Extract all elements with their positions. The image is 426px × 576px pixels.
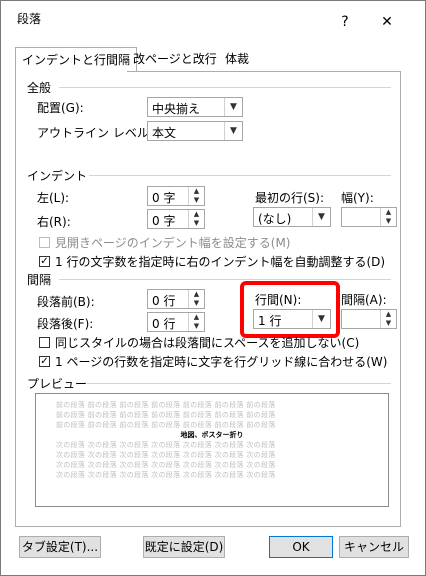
spin-down-icon[interactable]: ▼ <box>381 319 396 328</box>
chevron-down-icon: ▼ <box>224 122 242 140</box>
spacing-after-label: 段落後(F): <box>37 317 94 331</box>
chevron-down-icon: ▼ <box>224 98 242 116</box>
spacing-after-value: 0 行 <box>152 317 176 331</box>
checkmark-icon: ✓ <box>40 356 49 367</box>
ok-button[interactable]: OK <box>269 536 333 558</box>
indent-by-spinner[interactable]: ▲ ▼ <box>341 207 397 227</box>
spacing-before-value: 0 行 <box>152 294 176 308</box>
checkmark-icon: ✓ <box>40 256 49 267</box>
mirror-indents-label: 見開きページのインデント幅を設定する(M) <box>55 236 291 250</box>
general-section-title: 全般 <box>27 81 52 95</box>
outline-level-value: 本文 <box>152 126 177 140</box>
spin-buttons[interactable]: ▲ ▼ <box>188 313 204 331</box>
preview-prev-line: 前の段落 前の段落 前の段落 前の段落 前の段落 前の段落 前の段落 <box>56 401 276 409</box>
spin-buttons[interactable]: ▲ ▼ <box>380 310 396 328</box>
indent-left-label: 左(L): <box>37 191 70 205</box>
general-separator <box>59 87 391 88</box>
indent-left-spinner[interactable]: 0 字 ▲ ▼ <box>147 186 205 206</box>
dialog-title: 段落 <box>17 12 42 26</box>
close-button[interactable]: ✕ <box>377 15 397 29</box>
indent-by-label: 幅(Y): <box>341 191 374 205</box>
spin-down-icon[interactable]: ▼ <box>189 196 204 205</box>
spacing-at-label: 間隔(A): <box>341 293 387 307</box>
indent-right-label: 右(R): <box>37 215 71 229</box>
indent-left-value: 0 字 <box>152 191 176 205</box>
spin-buttons[interactable]: ▲ ▼ <box>188 290 204 308</box>
spin-buttons[interactable]: ▲ ▼ <box>188 187 204 205</box>
preview-next-line: 次の段落 次の段落 次の段落 次の段落 次の段落 次の段落 次の段落 <box>56 471 276 479</box>
preview-prev-line: 前の段落 前の段落 前の段落 前の段落 前の段落 前の段落 前の段落 <box>56 411 276 419</box>
alignment-value: 中央揃え <box>152 102 201 116</box>
spacing-at-spinner[interactable]: ▲ ▼ <box>341 309 397 329</box>
spacing-section-title: 間隔 <box>27 273 52 287</box>
alignment-label: 配置(G): <box>37 101 84 115</box>
tab-indent-spacing[interactable]: インデントと行間隔 <box>15 47 138 72</box>
indent-right-spinner[interactable]: 0 字 ▲ ▼ <box>147 209 205 229</box>
alignment-select[interactable]: 中央揃え ▼ <box>147 97 243 117</box>
auto-adjust-checkbox[interactable]: ✓ <box>39 256 50 267</box>
help-button[interactable]: ? <box>335 15 355 29</box>
spin-down-icon[interactable]: ▼ <box>189 322 204 331</box>
auto-adjust-label: 1 行の文字数を指定時に右のインデント幅を自動調整する(D) <box>55 255 386 269</box>
indent-section-title: インデント <box>27 169 88 183</box>
mirror-indents-checkbox[interactable] <box>39 237 50 248</box>
spin-buttons[interactable]: ▲ ▼ <box>380 208 396 226</box>
spin-down-icon[interactable]: ▼ <box>189 299 204 308</box>
indent-right-value: 0 字 <box>152 214 176 228</box>
indent-separator <box>89 175 391 176</box>
spacing-after-spinner[interactable]: 0 行 ▲ ▼ <box>147 312 205 332</box>
spacing-separator <box>59 279 391 280</box>
spin-up-icon[interactable]: ▲ <box>381 310 396 319</box>
preview-next-line: 次の段落 次の段落 次の段落 次の段落 次の段落 次の段落 次の段落 <box>56 451 276 459</box>
snap-to-grid-label: 1 ページの行数を指定時に文字を行グリッド線に合わせる(W) <box>55 355 388 369</box>
spin-down-icon[interactable]: ▼ <box>381 217 396 226</box>
spin-buttons[interactable]: ▲ ▼ <box>188 210 204 228</box>
spin-down-icon[interactable]: ▼ <box>189 219 204 228</box>
first-line-value: (なし) <box>258 212 292 226</box>
line-spacing-highlight <box>240 281 340 338</box>
spacing-before-label: 段落前(B): <box>37 295 95 309</box>
no-space-checkbox[interactable] <box>39 337 50 348</box>
spin-up-icon[interactable]: ▲ <box>381 208 396 217</box>
snap-to-grid-checkbox[interactable]: ✓ <box>39 356 50 367</box>
preview-prev-line: 前の段落 前の段落 前の段落 前の段落 前の段落 前の段落 前の段落 <box>56 421 276 429</box>
preview-current-line: 地図、ポスター折り <box>180 431 244 439</box>
tab-line-page-breaks[interactable]: 改ページと改行 <box>127 47 223 71</box>
outline-level-select[interactable]: 本文 ▼ <box>147 121 243 141</box>
first-line-label: 最初の行(S): <box>255 191 325 205</box>
spin-up-icon[interactable]: ▲ <box>189 210 204 219</box>
tab-asian-typography[interactable]: 体裁 <box>219 47 255 71</box>
preview-next-line: 次の段落 次の段落 次の段落 次の段落 次の段落 次の段落 次の段落 <box>56 461 276 469</box>
spacing-before-spinner[interactable]: 0 行 ▲ ▼ <box>147 289 205 309</box>
first-line-select[interactable]: (なし) ▼ <box>253 207 331 227</box>
spin-up-icon[interactable]: ▲ <box>189 313 204 322</box>
no-space-label: 同じスタイルの場合は段落間にスペースを追加しない(C) <box>55 336 360 350</box>
paragraph-preview: 前の段落 前の段落 前の段落 前の段落 前の段落 前の段落 前の段落 前の段落 … <box>35 393 389 507</box>
paragraph-dialog: 段落 ? ✕ インデントと行間隔 改ページと改行 体裁 全般 配置(G): 中央… <box>0 0 426 576</box>
cancel-button[interactable]: キャンセル <box>339 536 409 558</box>
chevron-down-icon: ▼ <box>312 208 330 226</box>
spin-up-icon[interactable]: ▲ <box>189 187 204 196</box>
tabs-button[interactable]: タブ設定(T)... <box>19 536 101 558</box>
set-as-default-button[interactable]: 既定に設定(D) <box>143 536 225 558</box>
preview-section-title: プレビュー <box>27 377 88 391</box>
preview-next-line: 次の段落 次の段落 次の段落 次の段落 次の段落 次の段落 次の段落 <box>56 441 276 449</box>
spin-up-icon[interactable]: ▲ <box>189 290 204 299</box>
preview-separator <box>87 383 391 384</box>
